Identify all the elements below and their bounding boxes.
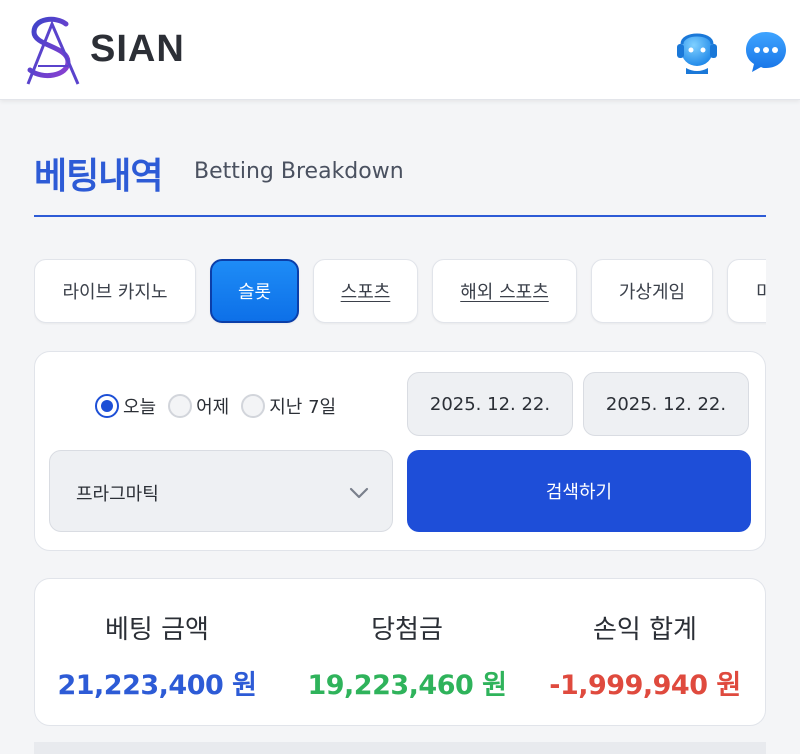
search-filter-card: 오늘 어제 지난 7일 2025. 12. 22. 2025. 12. 22. …: [34, 351, 766, 551]
tab-label: 미: [756, 282, 766, 303]
tab-slot[interactable]: 슬롯: [210, 259, 299, 323]
tab-label: 슬롯: [237, 282, 272, 303]
radio-unchecked-icon: [241, 394, 266, 418]
sian-logo-icon[interactable]: [22, 14, 88, 86]
bet-amount-value: 21,223,400 원: [57, 670, 257, 701]
page-title: 베팅내역: [34, 156, 163, 197]
app-header: SIAN: [0, 0, 800, 100]
date-from-field[interactable]: 2025. 12. 22.: [407, 372, 573, 436]
tab-overseas-sports[interactable]: 해외 스포츠: [432, 259, 577, 323]
summary-bet-amount: 베팅 금액 21,223,400 원: [35, 579, 279, 727]
provider-select[interactable]: 프라그마틱: [49, 450, 393, 532]
chat-bubble-icon[interactable]: [743, 28, 789, 74]
provider-selected-value: 프라그마틱: [76, 484, 159, 505]
betting-summary-card: 베팅 금액 21,223,400 원 당첨금 19,223,460 원 손익 합…: [34, 578, 766, 726]
next-section-edge: [34, 742, 766, 754]
radio-unchecked-icon: [168, 394, 193, 418]
radio-checked-icon: [95, 394, 119, 418]
summary-profit-total: 손익 합계 -1,999,940 원: [523, 579, 767, 727]
tab-sports[interactable]: 스포츠: [313, 259, 418, 323]
date-to-field[interactable]: 2025. 12. 22.: [583, 372, 749, 436]
page-title-row: 베팅내역 Betting Breakdown: [34, 145, 766, 217]
radio-label: 어제: [196, 397, 230, 418]
support-agent-icon[interactable]: [674, 28, 720, 74]
radio-label: 지난 7일: [269, 397, 337, 418]
tab-label: 라이브 카지노: [62, 282, 168, 303]
summary-win-amount: 당첨금 19,223,460 원: [285, 579, 529, 727]
search-button[interactable]: 검색하기: [407, 450, 751, 532]
bet-amount-label: 베팅 금액: [105, 615, 209, 645]
tab-label: 스포츠: [340, 282, 391, 303]
category-tabs: 라이브 카지노 슬롯 스포츠 해외 스포츠 가상게임 미: [34, 259, 766, 325]
tab-virtual-games[interactable]: 가상게임: [591, 259, 713, 323]
radio-yesterday[interactable]: 어제: [168, 393, 229, 419]
brand-name: SIAN: [90, 28, 185, 70]
period-radio-group: 오늘 어제 지난 7일: [95, 390, 348, 422]
radio-last-7-days[interactable]: 지난 7일: [241, 393, 336, 419]
tab-label: 가상게임: [618, 282, 686, 303]
radio-today[interactable]: 오늘: [95, 393, 156, 419]
win-amount-value: 19,223,460 원: [307, 670, 507, 701]
win-amount-label: 당첨금: [371, 615, 443, 645]
tab-more[interactable]: 미: [727, 259, 766, 323]
page-subtitle: Betting Breakdown: [194, 159, 404, 184]
tab-label: 해외 스포츠: [460, 282, 549, 303]
profit-total-value: -1,999,940 원: [549, 670, 741, 701]
radio-label: 오늘: [123, 397, 157, 418]
chevron-down-icon: [349, 487, 369, 499]
tab-live-casino[interactable]: 라이브 카지노: [34, 259, 196, 323]
profit-total-label: 손익 합계: [593, 615, 697, 645]
